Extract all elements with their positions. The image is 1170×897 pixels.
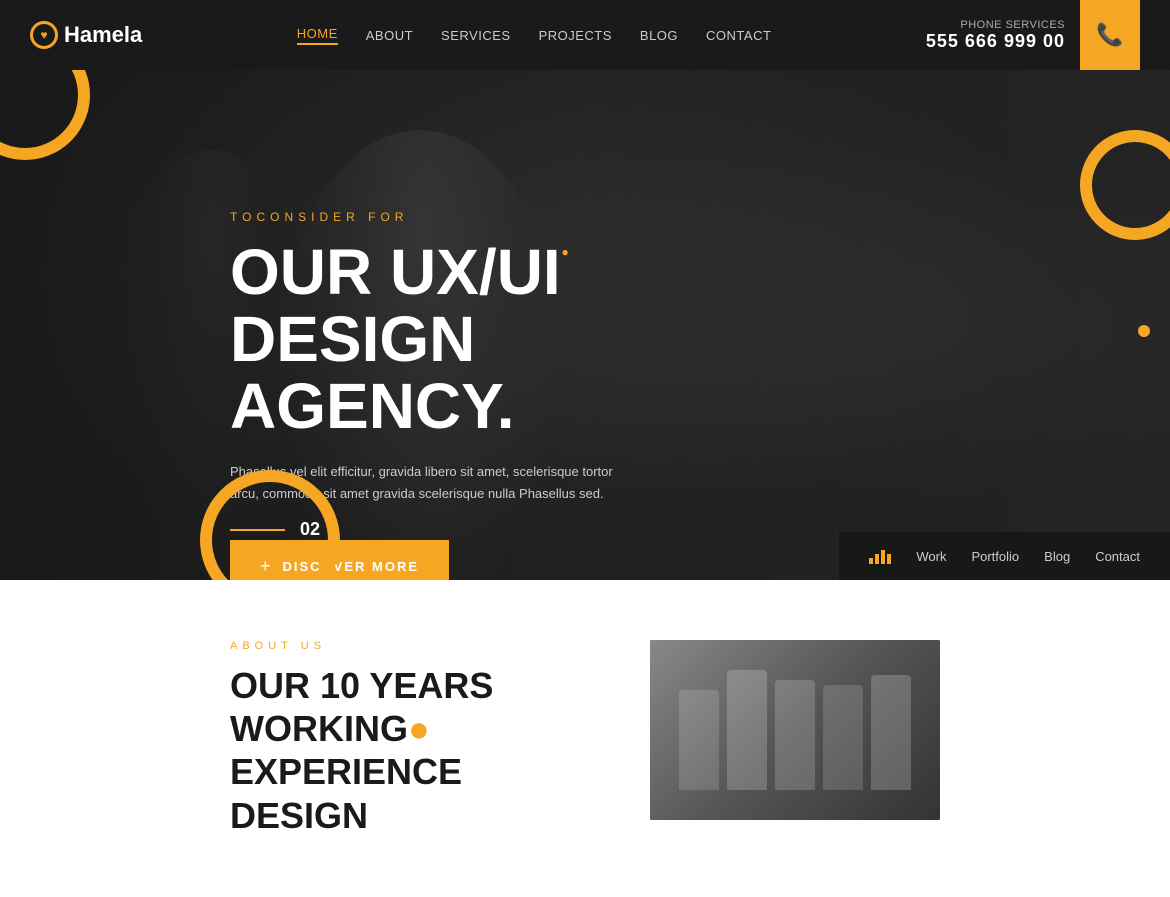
hero-title-line1: OUR UX/UI●	[230, 236, 561, 308]
logo-text: Hamela	[64, 22, 142, 48]
bottom-nav-blog[interactable]: Blog	[1044, 549, 1070, 564]
phone-label: Phone Services	[926, 19, 1065, 31]
logo[interactable]: Hamela	[30, 21, 142, 49]
header-right: Phone Services 555 666 999 00 📞	[926, 0, 1140, 70]
about-label: ABOUT US	[230, 640, 650, 652]
logo-icon	[30, 21, 58, 49]
phone-number: 555 666 999 00	[926, 31, 1065, 52]
nav-blog[interactable]: BLOG	[640, 28, 678, 43]
phone-info: Phone Services 555 666 999 00	[926, 19, 1065, 52]
hero-section: TOCONSIDER FOR OUR UX/UI● DESIGN AGENCY.…	[0, 70, 1170, 580]
hero-subtitle: TOCONSIDER FOR	[230, 210, 750, 224]
nav-contact[interactable]: CONTACT	[706, 28, 771, 43]
hero-title: OUR UX/UI● DESIGN AGENCY.	[230, 239, 750, 441]
nav-services[interactable]: SERVICES	[441, 28, 511, 43]
about-left: ABOUT US OUR 10 YEARS WORKING● EXPERIENC…	[230, 640, 650, 837]
chart-bar-icon	[869, 548, 891, 564]
nav-projects[interactable]: PROJECTS	[539, 28, 612, 43]
about-inner: ABOUT US OUR 10 YEARS WORKING● EXPERIENC…	[230, 640, 940, 837]
nav-home[interactable]: HOME	[297, 26, 338, 45]
hero-bottom-nav: Work Portfolio Blog Contact	[839, 532, 1170, 580]
phone-button[interactable]: 📞	[1080, 0, 1140, 70]
side-indicator-dot	[1138, 325, 1150, 337]
phone-icon: 📞	[1096, 22, 1123, 48]
bottom-nav-work[interactable]: Work	[916, 549, 946, 564]
bottom-nav-contact[interactable]: Contact	[1095, 549, 1140, 564]
hero-title-line2: DESIGN AGENCY.	[230, 303, 515, 442]
nav-about[interactable]: ABOUT	[366, 28, 413, 43]
about-title-line2: EXPERIENCE DESIGN	[230, 751, 462, 835]
bottom-nav-portfolio[interactable]: Portfolio	[971, 549, 1019, 564]
about-title-line1: OUR 10 YEARS WORKING●	[230, 665, 493, 749]
about-team-image	[650, 640, 940, 820]
main-nav: HOME ABOUT SERVICES PROJECTS BLOG CONTAC…	[297, 26, 772, 45]
about-section: ABOUT US OUR 10 YEARS WORKING● EXPERIENC…	[0, 580, 1170, 897]
header: Hamela HOME ABOUT SERVICES PROJECTS BLOG…	[0, 0, 1170, 70]
about-title: OUR 10 YEARS WORKING● EXPERIENCE DESIGN	[230, 664, 570, 837]
